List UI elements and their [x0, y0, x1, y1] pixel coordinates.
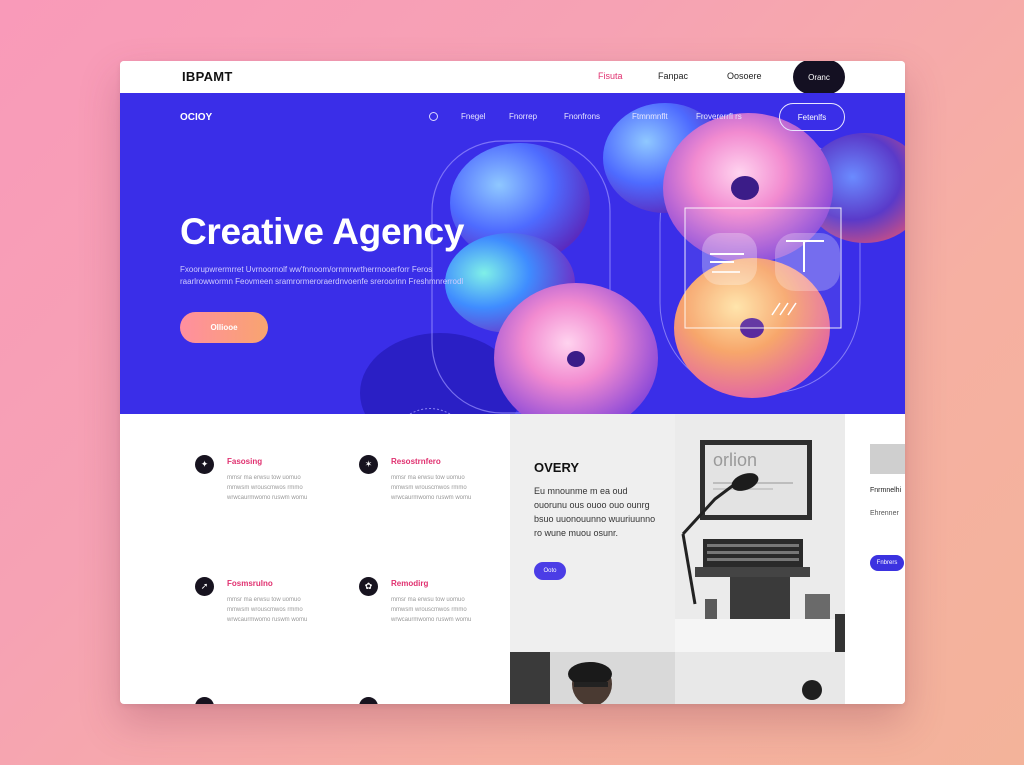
desk-illustration: orlion	[675, 414, 845, 652]
sparkle-icon: ✦	[195, 455, 214, 474]
top-navigation: IBPAMT Fisuta Fanpac Oosoere Oranc	[120, 61, 905, 94]
top-nav-item-2[interactable]: Fanpac	[658, 71, 688, 81]
hero-outline-button[interactable]: Fetenlfs	[779, 103, 845, 131]
right-subtitle: Ehrenner	[870, 510, 899, 517]
right-column: Fnrmnelhi Ehrenner Fnbrers	[845, 414, 905, 704]
hero-nav-item-1[interactable]: Fnegel	[461, 112, 485, 121]
arrow-icon: ➚	[195, 577, 214, 596]
about-title: OVERY	[534, 460, 580, 475]
feature-desc: mmsr ma erwsu tow uomuo mmwsm wrouscmwos…	[391, 475, 472, 501]
feature-title: Fasosing	[227, 457, 263, 466]
hero-subtitle: Fxoorupwrermrret Uvrnoornolf ww'fnnoom/o…	[180, 265, 464, 286]
feature-desc: mmsr ma erwsu tow uomuo mmwsm wrouscmwos…	[391, 597, 472, 623]
right-title: Fnrmnelhi	[870, 487, 902, 494]
studio-photo: orlion	[675, 414, 845, 652]
brand-logo[interactable]: IBPAMT	[182, 69, 233, 84]
team-photo	[510, 652, 845, 704]
feature-desc: mmsr ma erwsu tow uomuo mmwsm wrouscmwos…	[227, 597, 308, 623]
hero-nav-item-2[interactable]: Fnorrep	[509, 112, 537, 121]
hero-nav-item-5[interactable]: Frovererrfl rs	[696, 112, 742, 121]
feature-title: Resostrnfero	[391, 457, 441, 466]
browser-window: IBPAMT Fisuta Fanpac Oosoere Oranc OCIOY…	[120, 61, 905, 704]
about-panel: OVERY Eu mnounme m ea oud ouorunu ous ou…	[510, 414, 675, 652]
hero-3d-art	[360, 103, 905, 414]
screen-sign: orlion	[713, 450, 757, 470]
star-icon: ✶	[359, 455, 378, 474]
about-button[interactable]: Ooto	[534, 562, 566, 580]
top-cta-button[interactable]: Oranc	[793, 61, 845, 94]
top-nav-item-3[interactable]: Oosoere	[727, 71, 762, 81]
right-button[interactable]: Fnbrers	[870, 555, 904, 571]
dot-icon: •	[359, 697, 378, 704]
person-illustration	[510, 652, 845, 704]
hero-section: OCIOY Fnegel Fnorrep Fnonfrons Ftmnmnflt…	[120, 93, 905, 414]
about-text: Eu mnounme m ea oud ouorunu ous ouoo ouo…	[534, 486, 656, 538]
hero-nav-item-4[interactable]: Ftmnmnflt	[632, 112, 668, 121]
hero-title: Creative Agency	[180, 211, 465, 252]
flower-icon: ✿	[359, 577, 378, 596]
feature-desc: mmsr ma erwsu tow uomuo mmwsm wrouscmwos…	[227, 475, 308, 501]
feature-title: Remodirg	[391, 579, 429, 588]
hero-nav-item-3[interactable]: Fnonfrons	[564, 112, 600, 121]
top-nav-item-1[interactable]: Fisuta	[598, 71, 623, 81]
hero-cta-button[interactable]: Olliooe	[180, 312, 268, 343]
search-icon[interactable]	[429, 112, 438, 121]
dot-icon: •	[195, 697, 214, 704]
feature-title: Fosmsrulno	[227, 579, 273, 588]
thumbnail-image	[870, 444, 905, 474]
hero-logo[interactable]: OCIOY	[180, 112, 212, 123]
